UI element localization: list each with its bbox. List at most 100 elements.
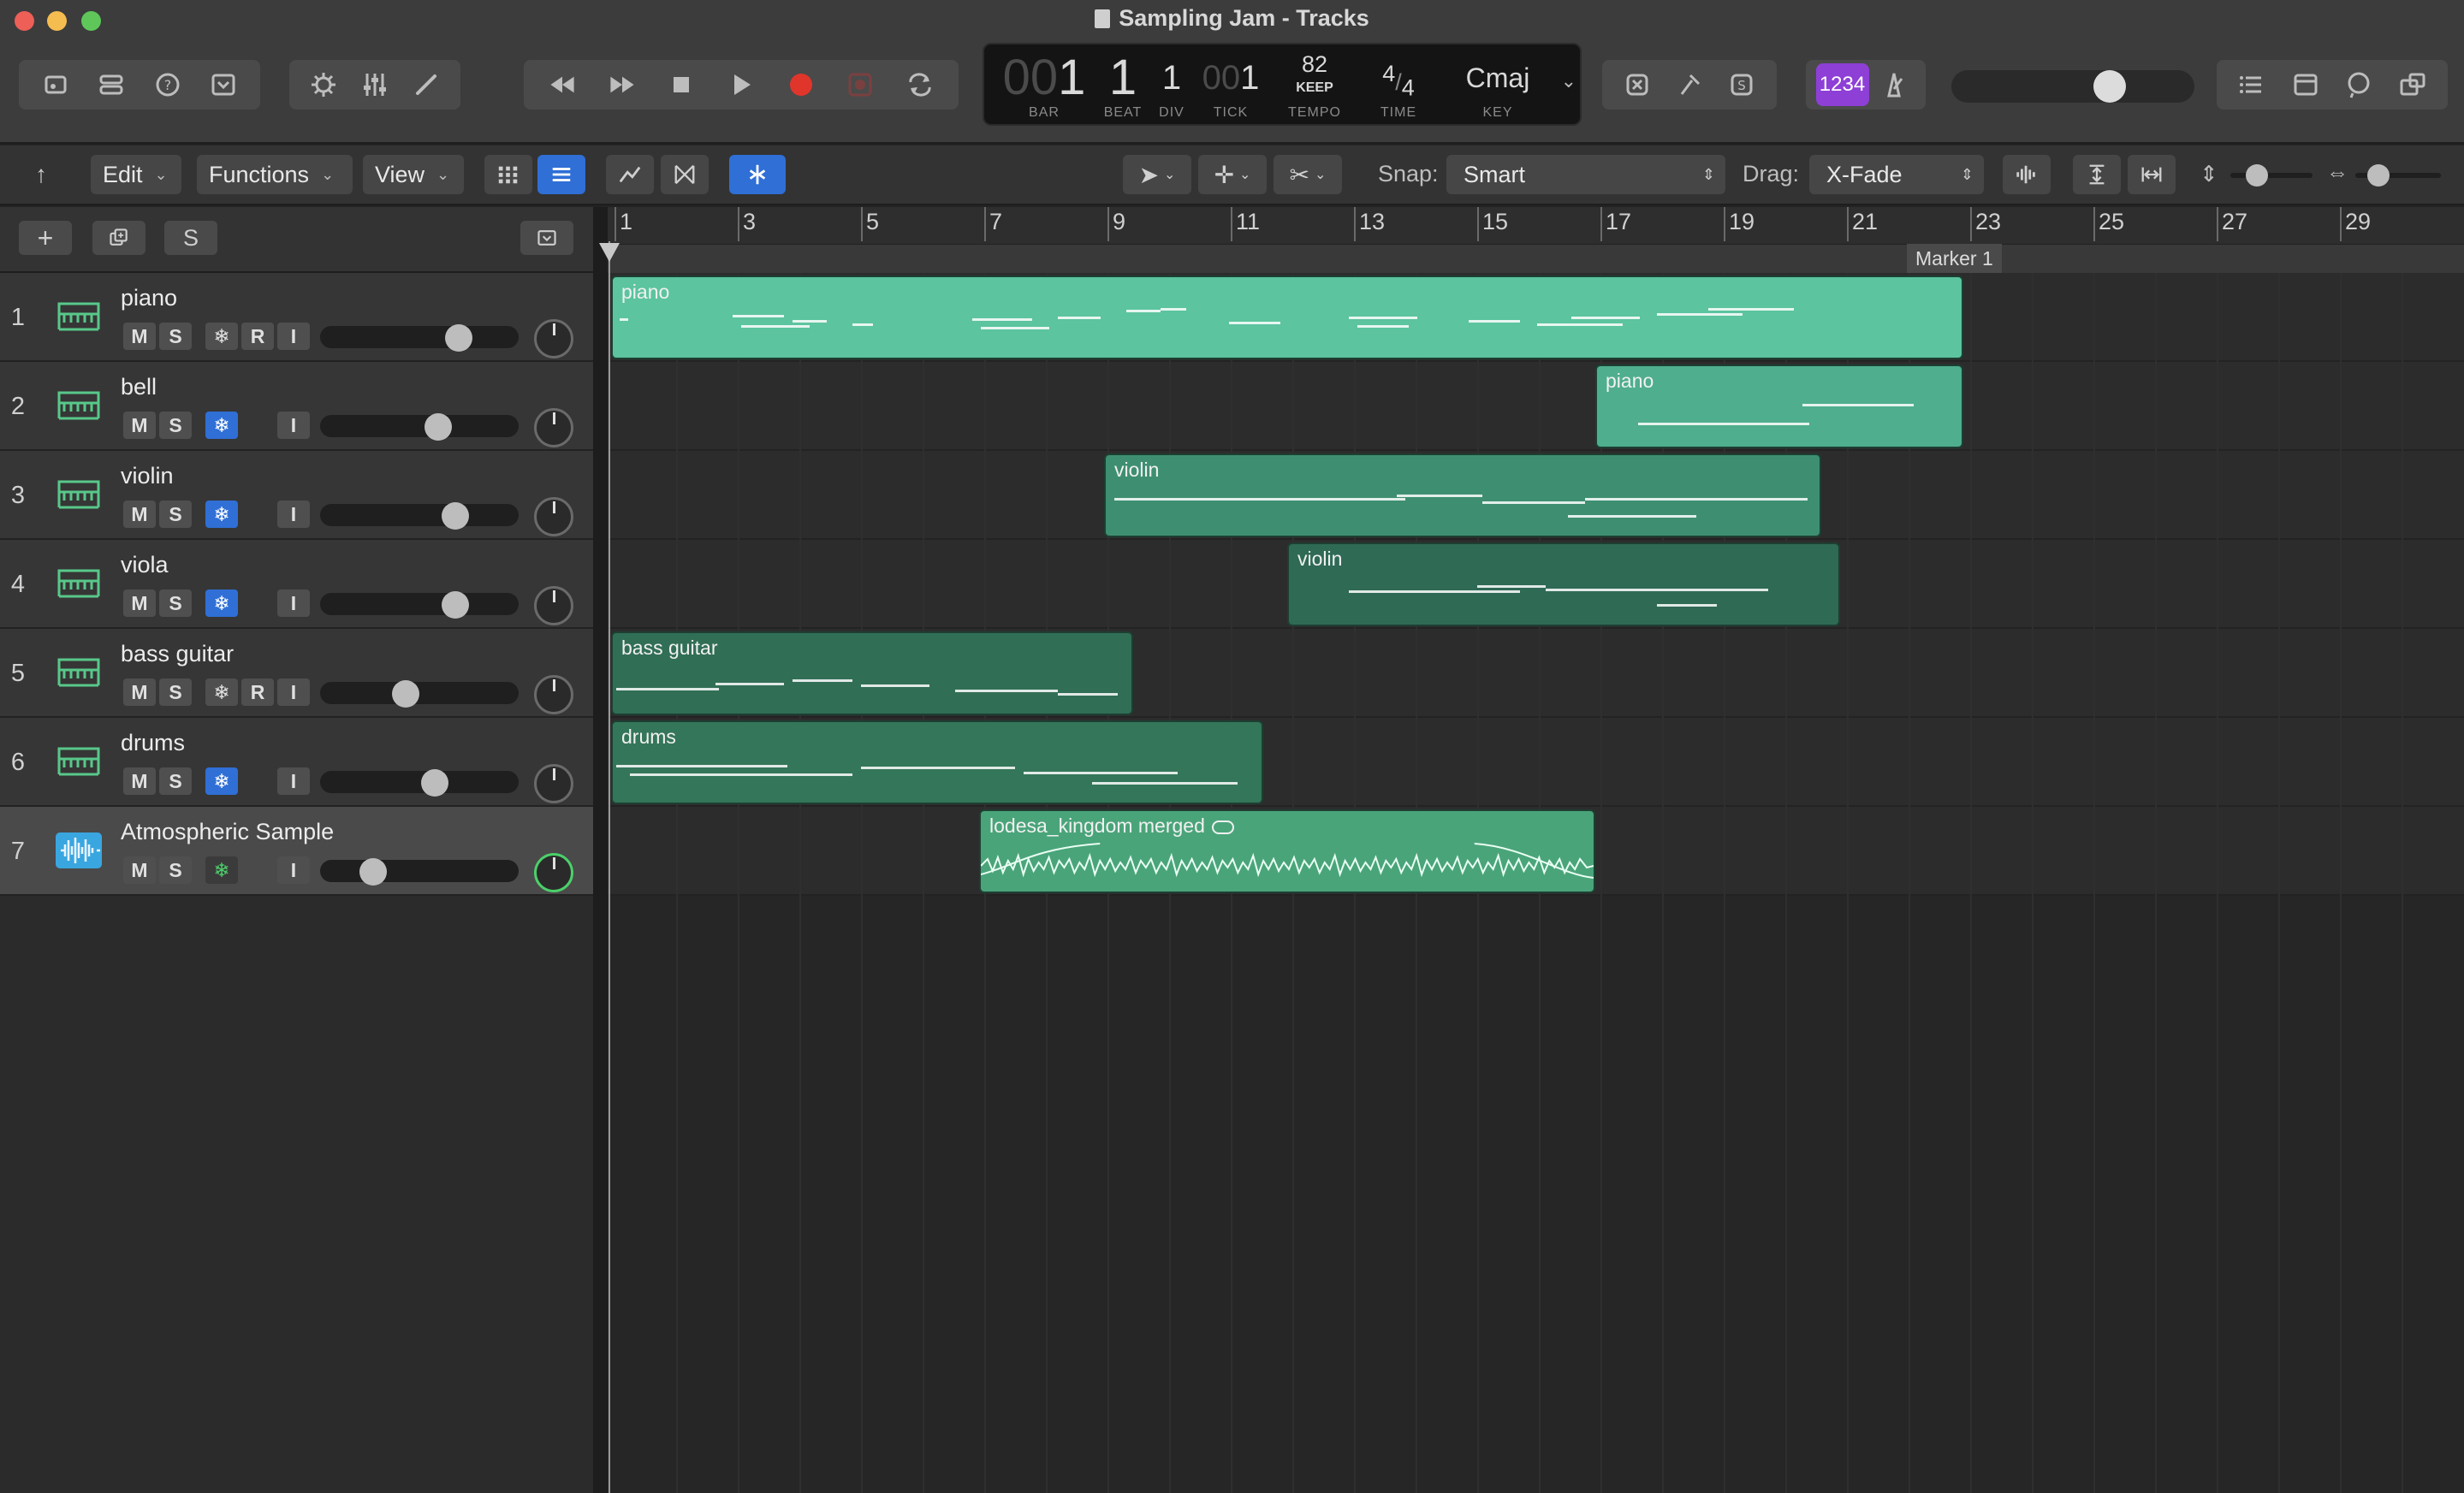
track-row-viola[interactable]: 4 viola M S ❄ I [0, 540, 593, 629]
lcd-display[interactable]: 001 BAR 1 BEAT 1 DIV 001 TICK 82 KEEP TE… [983, 43, 1582, 126]
pan-knob[interactable] [534, 675, 573, 714]
volume-fader[interactable] [320, 860, 519, 882]
mute-button[interactable]: M [123, 678, 156, 706]
snap-select[interactable]: Smart ⇕ [1446, 155, 1725, 194]
mute-button[interactable]: M [123, 501, 156, 528]
rewind-icon[interactable] [540, 63, 585, 106]
pencil-tool-icon[interactable]: ✛ ⌄ [1198, 155, 1267, 194]
lcd-time-signature[interactable]: 4/4 TIME [1364, 50, 1433, 122]
track-name[interactable]: drums [121, 730, 185, 756]
duplicate-track-icon[interactable] [92, 221, 145, 255]
back-arrow-icon[interactable]: ↑ [19, 155, 63, 194]
track-row-drums[interactable]: 6 drums M S ❄ I [0, 718, 593, 807]
collapse-tracks-icon[interactable] [520, 221, 573, 255]
waveform-zoom-icon[interactable] [2003, 155, 2051, 194]
mute-button[interactable]: M [123, 767, 156, 795]
freeze-icon[interactable]: ❄ [205, 412, 238, 439]
pan-knob[interactable] [534, 853, 573, 892]
track-name[interactable]: violin [121, 463, 174, 489]
solo-mode-icon[interactable]: S [1719, 63, 1764, 106]
pan-knob[interactable] [534, 497, 573, 536]
fast-forward-icon[interactable] [600, 63, 644, 106]
input-monitor-button[interactable]: I [277, 678, 310, 706]
arrange-area[interactable]: piano piano violin violin bass guitar dr… [608, 273, 2464, 1493]
mixer-icon[interactable] [353, 63, 397, 106]
track-row-piano[interactable]: 1 piano M S ❄ R I [0, 273, 593, 362]
solo-button[interactable]: S [159, 678, 192, 706]
midi-region[interactable]: bass guitar [611, 631, 1133, 715]
lcd-menu-chevron-icon[interactable]: ⌄ [1561, 70, 1576, 92]
mute-button[interactable]: M [123, 589, 156, 617]
toolbar-icon[interactable] [201, 63, 246, 106]
midi-region[interactable]: drums [611, 720, 1263, 804]
global-solo-button[interactable]: S [164, 221, 217, 255]
track-row-bell[interactable]: 2 bell M S ❄ I [0, 362, 593, 451]
list-editors-icon[interactable] [2229, 63, 2274, 106]
vertical-zoom-slider[interactable] [2230, 173, 2313, 178]
volume-fader[interactable] [320, 504, 519, 526]
volume-fader[interactable] [320, 682, 519, 704]
view-menu[interactable]: View ⌄ [363, 155, 464, 194]
mute-button[interactable]: M [123, 856, 156, 884]
volume-fader-knob[interactable] [421, 769, 448, 797]
edit-menu[interactable]: Edit ⌄ [91, 155, 181, 194]
track-name[interactable]: bass guitar [121, 641, 234, 667]
freeze-icon[interactable]: ❄ [205, 323, 238, 350]
track-name[interactable]: viola [121, 552, 169, 578]
freeze-icon[interactable]: ❄ [205, 501, 238, 528]
track-header-splitter[interactable] [593, 207, 608, 1493]
flex-icon[interactable] [661, 155, 709, 194]
playhead-handle[interactable] [599, 243, 620, 262]
volume-fader[interactable] [320, 415, 519, 437]
volume-fader-knob[interactable] [425, 413, 452, 441]
marker-lane[interactable] [608, 244, 2464, 273]
inspector-icon[interactable] [89, 63, 134, 106]
grid-view-icon[interactable] [484, 155, 532, 194]
freeze-icon[interactable]: ❄ [205, 678, 238, 706]
freeze-icon[interactable]: ❄ [205, 856, 238, 884]
volume-fader-knob[interactable] [442, 502, 469, 530]
input-monitor-button[interactable]: I [277, 589, 310, 617]
input-monitor-button[interactable]: I [277, 412, 310, 439]
replace-mode-icon[interactable] [1615, 63, 1659, 106]
vertical-zoom-knob[interactable] [2246, 164, 2268, 187]
metronome-icon[interactable] [1872, 63, 1916, 106]
smart-controls-icon[interactable] [301, 63, 346, 106]
add-track-icon[interactable]: + [19, 221, 72, 255]
track-row-violin[interactable]: 3 violin M S ❄ I [0, 451, 593, 540]
input-monitor-button[interactable]: I [277, 501, 310, 528]
playhead[interactable] [609, 241, 610, 1493]
editors-icon[interactable] [404, 63, 448, 106]
track-name[interactable]: piano [121, 285, 177, 311]
pan-knob[interactable] [534, 764, 573, 803]
mute-button[interactable]: M [123, 323, 156, 350]
marker-1[interactable]: Marker 1 [1907, 244, 2002, 273]
volume-fader-knob[interactable] [445, 324, 472, 352]
automation-icon[interactable] [606, 155, 654, 194]
volume-fader-knob[interactable] [392, 680, 419, 708]
lcd-key[interactable]: Cmaj KEY [1446, 50, 1549, 122]
library-icon[interactable] [33, 63, 78, 106]
volume-fader-knob[interactable] [359, 858, 387, 886]
tuner-icon[interactable] [1667, 63, 1712, 106]
lcd-tempo[interactable]: 82 KEEP TEMPO [1279, 50, 1351, 122]
freeze-icon[interactable]: ❄ [205, 767, 238, 795]
drag-select[interactable]: X-Fade ⇕ [1809, 155, 1984, 194]
track-name[interactable]: bell [121, 374, 157, 400]
record-icon[interactable] [779, 63, 823, 106]
pan-knob[interactable] [534, 319, 573, 358]
capture-recording-icon[interactable] [838, 63, 882, 106]
track-lane[interactable] [608, 362, 2464, 451]
pointer-tool-icon[interactable]: ➤ ⌄ [1123, 155, 1191, 194]
freeze-icon[interactable]: ❄ [205, 589, 238, 617]
count-in-button[interactable]: 1234 [1815, 63, 1869, 106]
midi-region[interactable]: piano [1595, 364, 1963, 448]
play-icon[interactable] [719, 63, 763, 106]
record-enable-button[interactable]: R [241, 678, 274, 706]
master-volume-slider[interactable] [1951, 70, 2194, 103]
midi-region[interactable]: violin [1287, 542, 1840, 626]
volume-fader[interactable] [320, 771, 519, 793]
note-pad-icon[interactable] [2283, 63, 2328, 106]
track-name[interactable]: Atmospheric Sample [121, 819, 334, 845]
volume-fader[interactable] [320, 326, 519, 348]
